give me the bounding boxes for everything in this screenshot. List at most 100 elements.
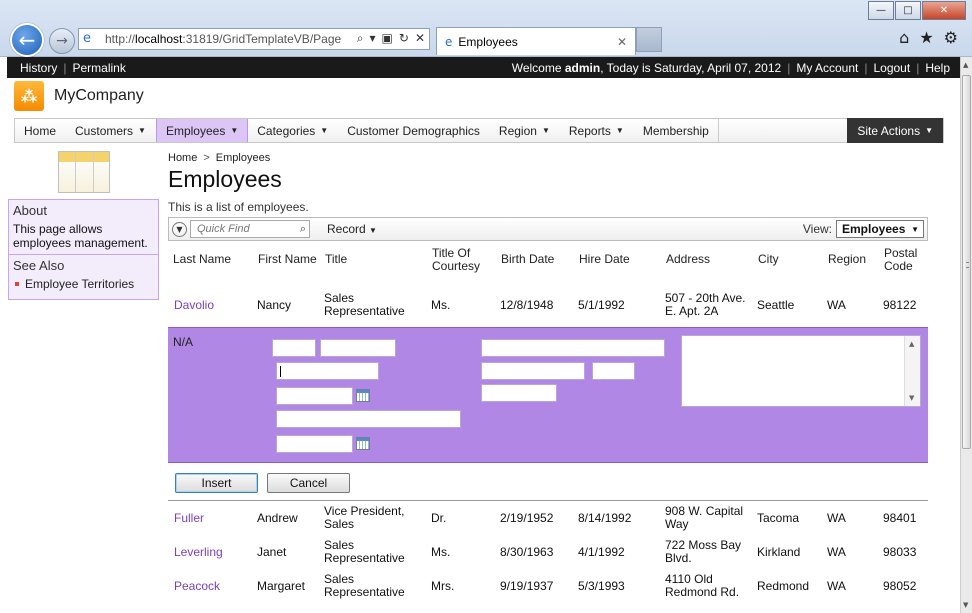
caret-down-icon: ▼ (138, 126, 146, 135)
menu-region[interactable]: Region ▼ (490, 119, 560, 142)
caret-down-icon: ▼ (230, 126, 239, 135)
main-menu: Home Customers ▼ Employees ▼ Categories ▼ C… (14, 118, 944, 143)
cell-last-name[interactable]: Leverling (174, 546, 223, 559)
breadcrumb: Home > Employees (168, 152, 271, 164)
forward-button[interactable]: → (49, 28, 75, 54)
logout-link[interactable]: Logout (873, 61, 910, 75)
cell-city: Tacoma (757, 511, 800, 525)
crumb-home[interactable]: Home (168, 152, 197, 164)
table-row[interactable]: Davolio Nancy Sales Representative Ms. 1… (168, 283, 928, 327)
postal-code-field[interactable] (481, 384, 557, 402)
scroll-up-icon[interactable]: ▲ (963, 61, 968, 69)
scroll-down-icon[interactable]: ▼ (963, 601, 968, 609)
scroll-thumb[interactable] (962, 75, 971, 449)
hire-date-field[interactable] (276, 435, 353, 453)
col-postal-code[interactable]: Postal Code (884, 247, 924, 273)
cell-title: Sales Representative (324, 572, 405, 599)
calendar-icon[interactable] (356, 437, 370, 450)
address-bar[interactable]: e http://localhost:31819/GridTemplateVB/… (78, 28, 430, 50)
minimize-button[interactable]: — (868, 1, 894, 20)
menu-categories[interactable]: Categories ▼ (248, 119, 338, 142)
actions-menu-button[interactable]: ▼ (172, 221, 187, 237)
first-name-field[interactable] (272, 339, 316, 357)
cell-first-name: Margaret (257, 579, 306, 593)
refresh-icon[interactable]: ↻ (399, 31, 409, 46)
cell-last-name[interactable]: Davolio (174, 299, 214, 312)
menu-membership[interactable]: Membership (634, 119, 719, 142)
menu-reports[interactable]: Reports ▼ (560, 119, 634, 142)
ie-page-icon: e (83, 31, 91, 46)
web-page: History | Permalink Welcome admin, Today i… (7, 57, 960, 613)
about-text: This page allows employees management. (13, 222, 148, 250)
bullet-icon (15, 282, 19, 286)
col-region[interactable]: Region (828, 253, 866, 266)
table-row[interactable]: Fuller Andrew Vice President, Sales Dr. … (168, 501, 928, 536)
cell-city: Seattle (757, 298, 795, 312)
dropdown-icon[interactable]: ▾ (370, 31, 376, 46)
address-field[interactable] (481, 339, 665, 357)
menu-employees[interactable]: Employees ▼ (155, 119, 249, 142)
menu-customer-demographics[interactable]: Customer Demographics (338, 119, 490, 142)
cell-last-name[interactable]: Peacock (174, 580, 220, 593)
page-title: Employees (168, 166, 282, 192)
close-tab-icon[interactable]: ✕ (617, 35, 627, 49)
textarea-scrollbar[interactable]: ▲ ▼ (904, 336, 920, 406)
company-name: MyCompany (54, 87, 144, 104)
region-field[interactable] (592, 362, 635, 380)
cell-last-name[interactable]: Fuller (174, 512, 204, 525)
calendar-icon[interactable] (356, 389, 370, 402)
col-city[interactable]: City (758, 253, 779, 266)
site-actions-button[interactable]: Site Actions ▼ (847, 118, 943, 143)
view-dropdown[interactable]: Employees ▼ (836, 220, 924, 238)
maximize-button[interactable]: □ (895, 1, 921, 20)
caret-down-icon: ▼ (615, 126, 624, 135)
history-link[interactable]: History (20, 61, 57, 75)
browser-tab-employees[interactable]: e Employees ✕ (436, 27, 636, 55)
col-last-name[interactable]: Last Name (173, 253, 231, 266)
record-menu[interactable]: Record ▼ (327, 222, 377, 236)
col-hire-date[interactable]: Hire Date (579, 253, 630, 266)
permalink-link[interactable]: Permalink (72, 61, 125, 75)
cell-city: Kirkland (757, 545, 801, 559)
compatibility-icon[interactable]: ▣ (382, 31, 393, 46)
page-scrollbar[interactable]: ▲ ▼ (960, 57, 972, 613)
my-account-link[interactable]: My Account (796, 61, 858, 75)
sidebar: About This page allows employees managem… (8, 149, 159, 300)
close-window-button[interactable]: ✕ (922, 1, 966, 20)
menu-customers[interactable]: Customers ▼ (66, 119, 156, 142)
top-bar: History | Permalink Welcome admin, Today i… (7, 57, 960, 78)
gear-icon[interactable]: ⚙ (944, 28, 958, 47)
employee-territories-link[interactable]: Employee Territories (13, 277, 154, 291)
city-field[interactable] (481, 362, 585, 380)
col-address[interactable]: Address (666, 253, 710, 266)
quick-find-input[interactable]: Quick Find ⌕ (190, 220, 310, 238)
crumb-current: Employees (215, 152, 271, 164)
search-icon[interactable]: ⌕ (357, 31, 364, 46)
cell-hire-date: 5/1/1992 (578, 298, 625, 312)
menu-home[interactable]: Home (15, 119, 66, 142)
cancel-button[interactable]: Cancel (267, 473, 350, 493)
table-row[interactable]: Peacock Margaret Sales Representative Mr… (168, 570, 928, 604)
insert-button[interactable]: Insert (175, 473, 258, 493)
favorites-star-icon[interactable]: ★ (919, 28, 933, 47)
search-icon[interactable]: ⌕ (300, 222, 306, 236)
help-link[interactable]: Help (925, 61, 950, 75)
col-birth-date[interactable]: Birth Date (501, 253, 554, 266)
title-of-courtesy-field[interactable] (276, 410, 461, 428)
cell-title: Sales Representative (324, 291, 405, 318)
title-field[interactable] (276, 362, 379, 380)
main-content: Home > Employees Employees This is a list … (168, 149, 928, 604)
new-tab-button[interactable] (636, 27, 662, 52)
birth-date-field[interactable] (276, 387, 353, 405)
cell-hire-date: 8/14/1992 (578, 511, 632, 525)
col-first-name[interactable]: First Name (258, 253, 317, 266)
col-title[interactable]: Title (325, 253, 347, 266)
back-button[interactable]: ← (10, 23, 44, 57)
notes-textarea[interactable]: ▲ ▼ (681, 335, 921, 407)
stop-icon[interactable]: ✕ (415, 31, 425, 46)
col-title-of-courtesy[interactable]: Title Of Courtesy (432, 247, 492, 273)
table-row[interactable]: Leverling Janet Sales Representative Ms.… (168, 536, 928, 570)
home-icon[interactable]: ⌂ (899, 28, 909, 47)
last-name-field[interactable] (320, 339, 396, 357)
cell-birth-date: 9/19/1937 (500, 579, 554, 593)
